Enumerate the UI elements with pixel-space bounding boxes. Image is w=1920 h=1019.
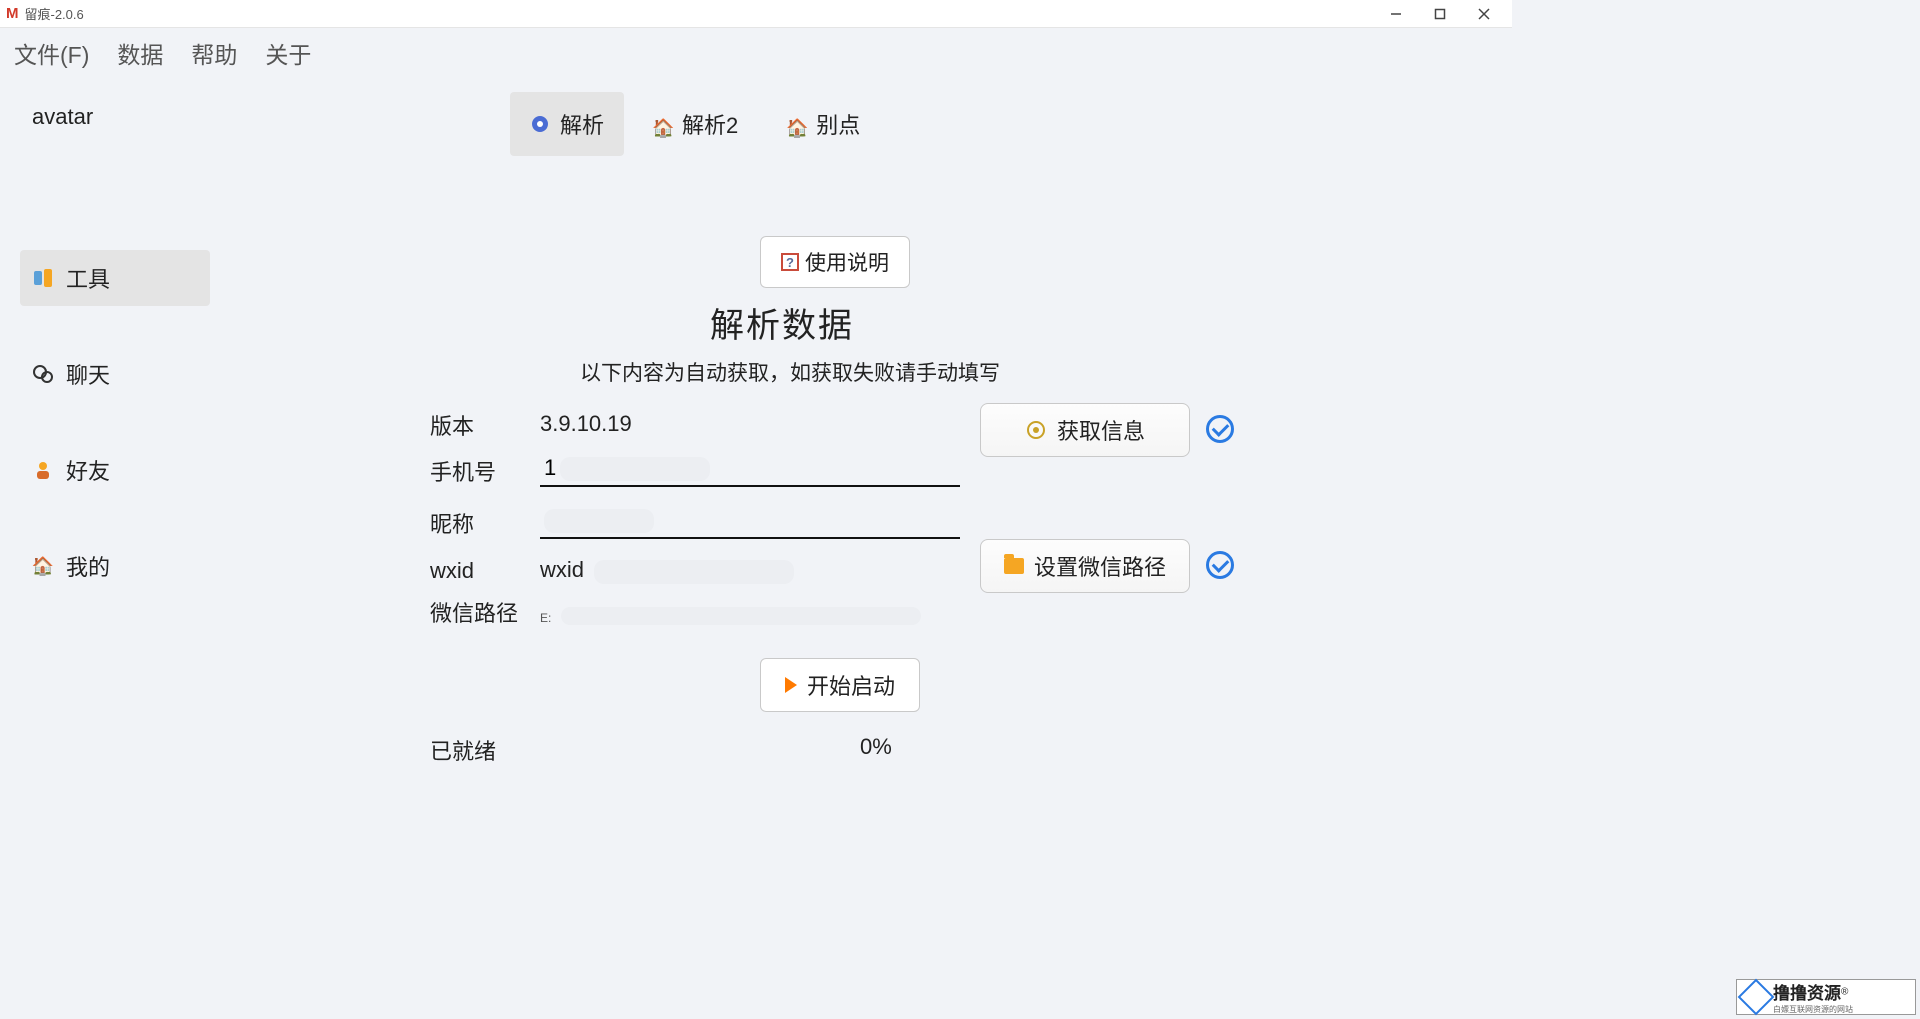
usage-help-button[interactable]: ? 使用说明 (760, 236, 910, 288)
watermark-main: 撸撸资源 (1773, 984, 1841, 1003)
sidebar-item-label: 聊天 (66, 358, 110, 390)
play-icon (785, 677, 797, 693)
menu-file[interactable]: 文件(F) (14, 36, 89, 70)
sidebar-item-label: 好友 (66, 454, 110, 486)
tab-label: 解析 (560, 108, 604, 140)
section-title: 解析数据 (710, 298, 1512, 347)
section-subtitle: 以下内容为自动获取，如获取失败请手动填写 (580, 357, 1512, 387)
house-icon (786, 114, 806, 134)
house-icon (32, 555, 54, 577)
status-label: 已就绪 (430, 734, 540, 766)
question-icon: ? (781, 253, 799, 271)
sidebar-item-label: 工具 (66, 262, 110, 294)
maximize-icon (1434, 8, 1446, 20)
row-wechat-path: 微信路径 E: (430, 596, 1512, 628)
medal-icon (1025, 419, 1047, 441)
tab-parse2[interactable]: 解析2 (632, 92, 758, 156)
sidebar: avatar 工具 聊天 好友 我的 (0, 84, 210, 766)
window-close-button[interactable] (1462, 0, 1506, 28)
chat-icon (32, 363, 54, 385)
tab-label: 解析2 (682, 108, 738, 140)
watermark-logo-icon (1738, 979, 1775, 1016)
wxid-value: wxid (540, 557, 584, 586)
set-wechat-path-button[interactable]: 设置微信路径 (980, 539, 1190, 593)
get-info-label: 获取信息 (1057, 414, 1145, 446)
sidebar-item-friends[interactable]: 好友 (20, 442, 210, 498)
row-phone: 手机号 (430, 453, 1512, 487)
window-titlebar: M 留痕-2.0.6 (0, 0, 1512, 28)
content-area: ? 使用说明 解析数据 以下内容为自动获取，如获取失败请手动填写 获取信息 版本… (210, 236, 1512, 766)
close-icon (1478, 8, 1490, 20)
menubar: 文件(F) 数据 帮助 关于 (0, 28, 1512, 84)
set-path-check-icon (1206, 551, 1234, 579)
version-value: 3.9.10.19 (540, 411, 632, 441)
camera-icon (530, 114, 550, 134)
path-value: E: (540, 611, 551, 625)
watermark-reg: ® (1841, 986, 1848, 997)
help-button-label: 使用说明 (805, 247, 889, 277)
tab-parse[interactable]: 解析 (510, 92, 624, 156)
sidebar-item-label: 我的 (66, 550, 110, 582)
start-button[interactable]: 开始启动 (760, 658, 920, 712)
row-version: 版本 3.9.10.19 (430, 409, 1512, 441)
main-panel: 解析 解析2 别点 ? 使用说明 解析数据 以下内容为自动获取，如获取失败请手动… (210, 84, 1512, 766)
tab-dont-click[interactable]: 别点 (766, 92, 880, 156)
path-label: 微信路径 (430, 596, 540, 628)
menu-help[interactable]: 帮助 (191, 36, 237, 70)
folder-icon (1004, 558, 1024, 574)
friends-icon (32, 459, 54, 481)
form-zone: 获取信息 版本 3.9.10.19 手机号 昵称 (430, 409, 1512, 628)
menu-about[interactable]: 关于 (265, 36, 311, 70)
phone-label: 手机号 (430, 455, 540, 487)
start-button-label: 开始启动 (807, 669, 895, 701)
set-path-label: 设置微信路径 (1034, 550, 1166, 582)
window-maximize-button[interactable] (1418, 0, 1462, 28)
sidebar-item-tools[interactable]: 工具 (20, 250, 210, 306)
minimize-icon (1390, 8, 1402, 20)
avatar-label: avatar (20, 104, 210, 130)
house-icon (652, 114, 672, 134)
sidebar-item-mine[interactable]: 我的 (20, 538, 210, 594)
get-info-check-icon (1206, 415, 1234, 443)
version-label: 版本 (430, 409, 540, 441)
sidebar-item-chat[interactable]: 聊天 (20, 346, 210, 402)
site-watermark: 撸撸资源® 白嫖互联网资源的网站 (1736, 979, 1916, 1015)
menu-data[interactable]: 数据 (117, 36, 163, 70)
row-nickname: 昵称 (430, 505, 1512, 539)
window-title: 留痕-2.0.6 (25, 4, 84, 23)
nickname-label: 昵称 (430, 507, 540, 539)
wxid-label: wxid (430, 558, 540, 584)
get-info-button[interactable]: 获取信息 (980, 403, 1190, 457)
app-logo-letter: M (6, 5, 19, 22)
tab-bar: 解析 解析2 别点 (510, 92, 1512, 156)
progress-text: 0% (860, 734, 892, 766)
window-minimize-button[interactable] (1374, 0, 1418, 28)
watermark-sub: 白嫖互联网资源的网站 (1773, 1004, 1853, 1015)
tools-icon (32, 267, 54, 289)
status-row: 已就绪 0% (430, 734, 1512, 766)
row-wxid: wxid wxid (430, 557, 1512, 584)
tab-label: 别点 (816, 108, 860, 140)
